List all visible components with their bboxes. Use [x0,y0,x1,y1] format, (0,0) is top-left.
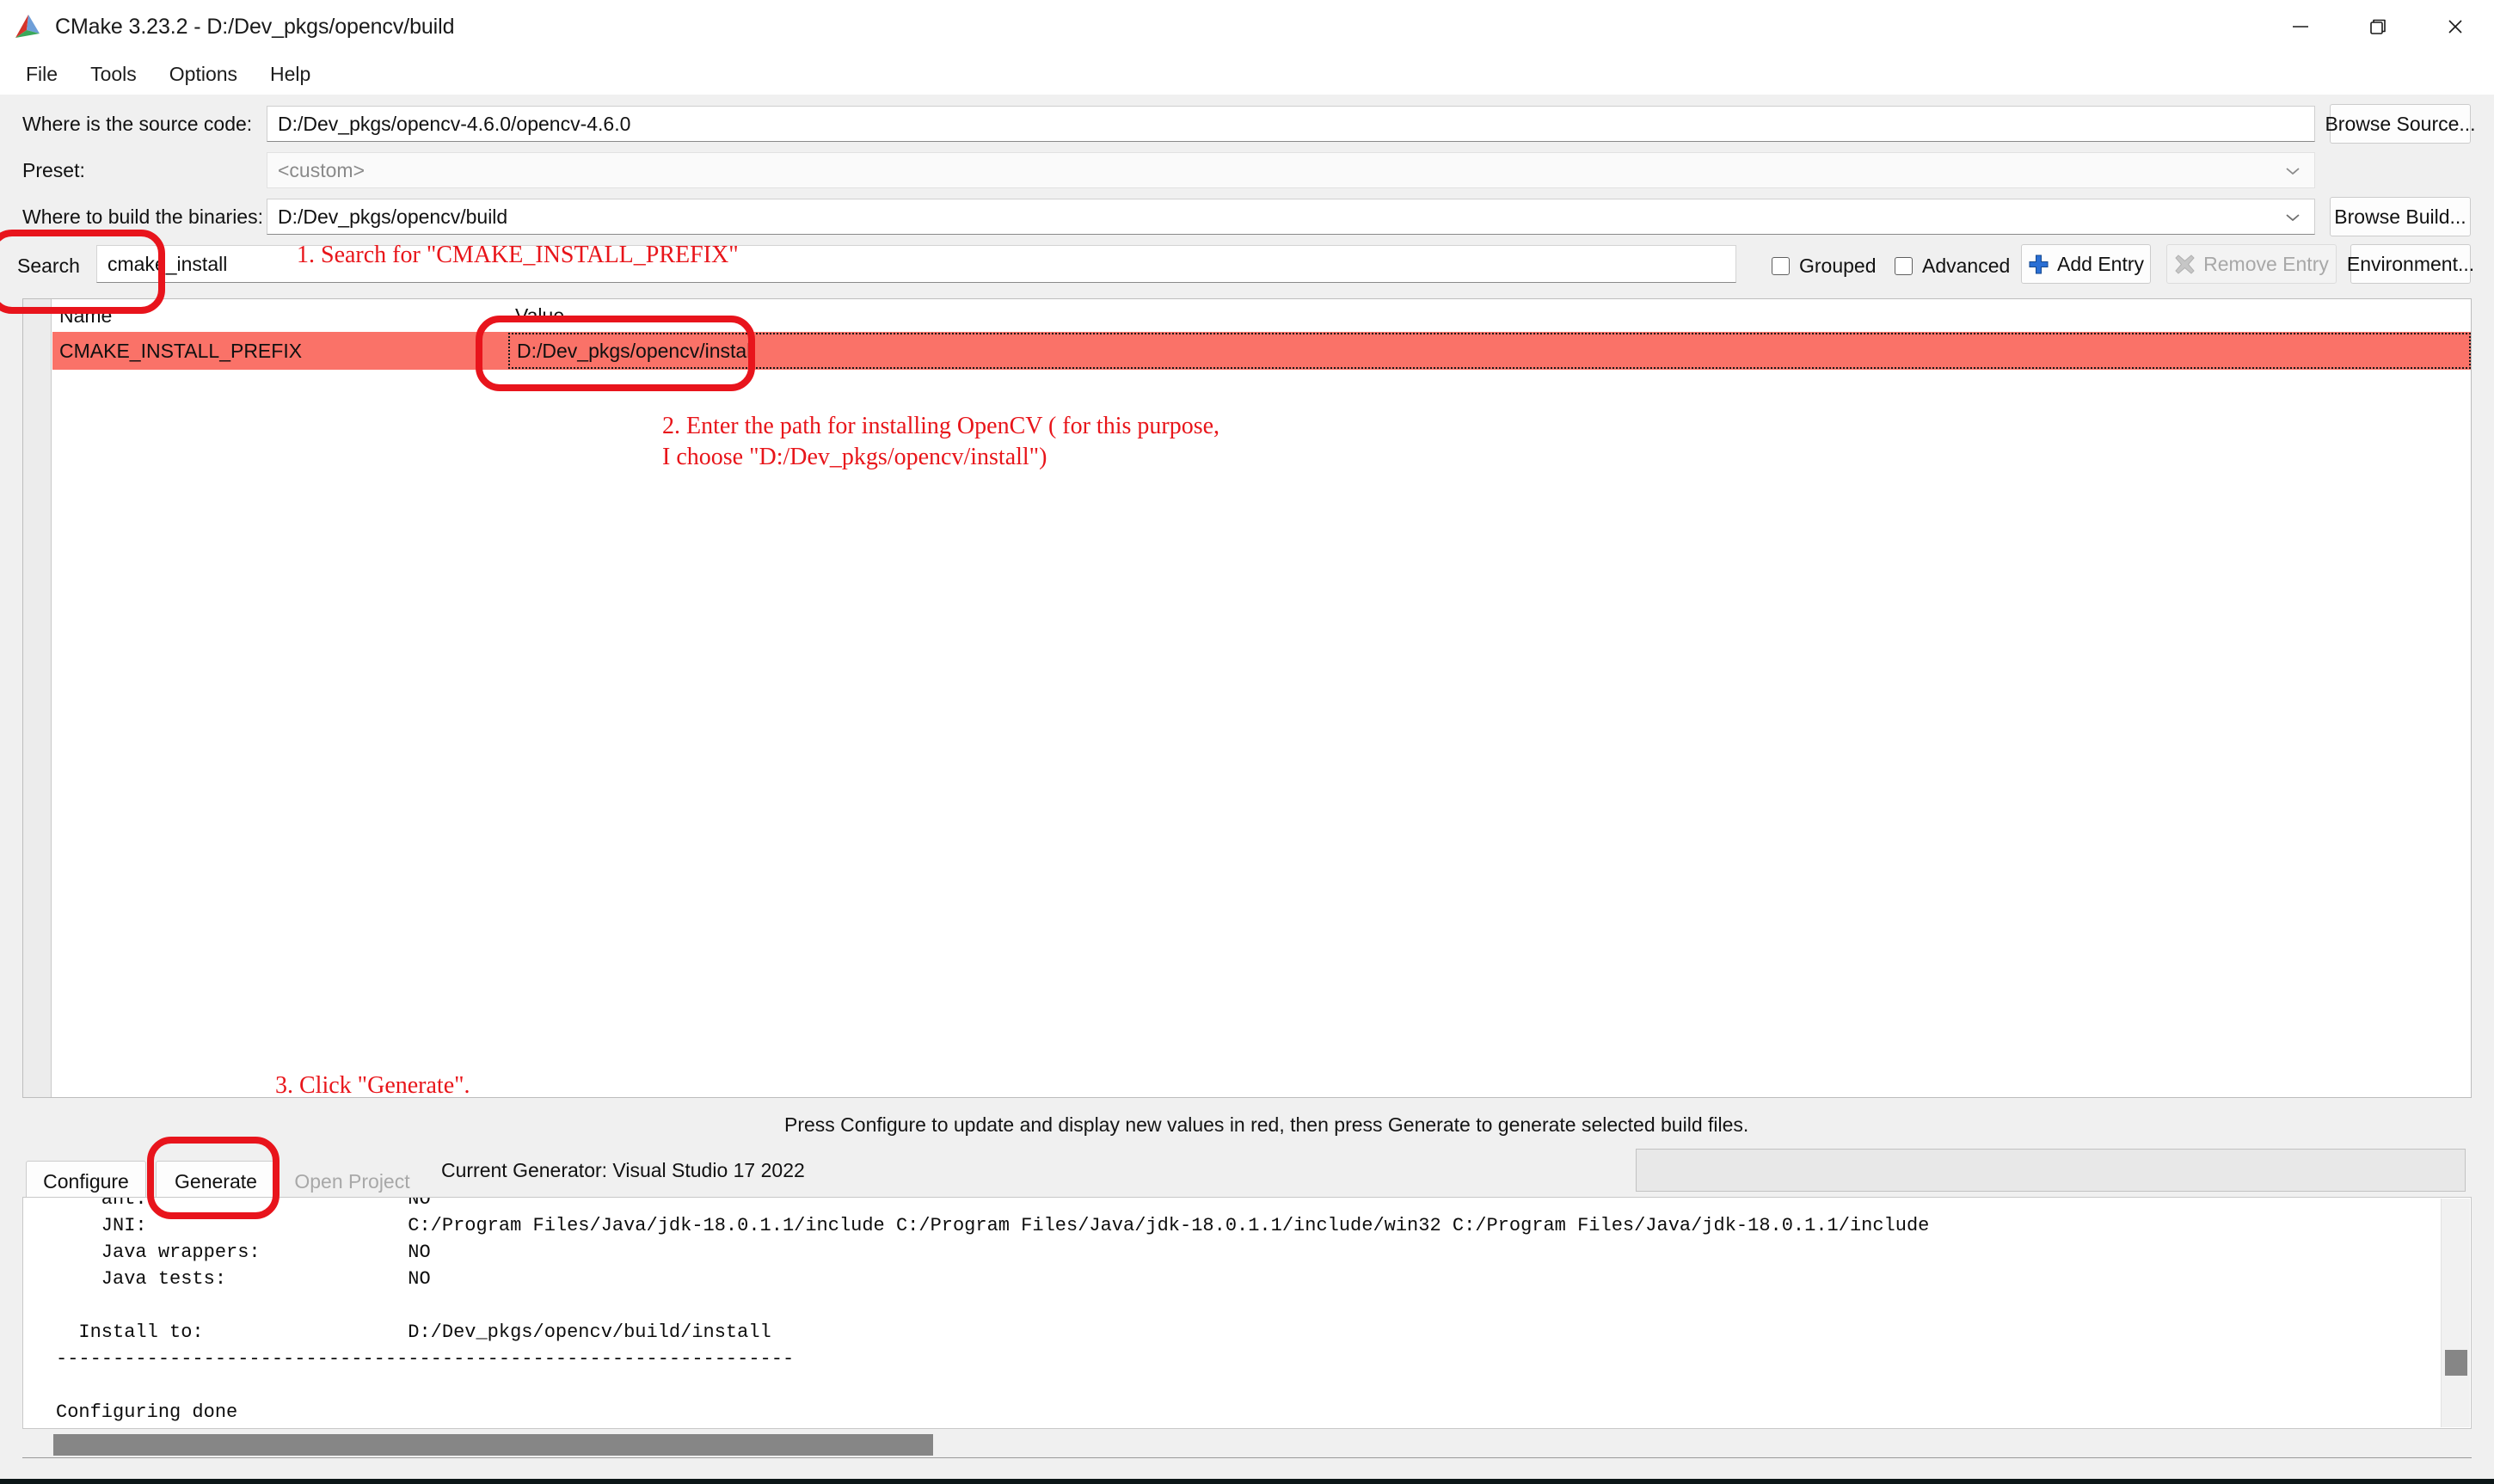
chevron-down-icon[interactable] [2283,205,2302,229]
preset-select[interactable]: <custom> [267,152,2315,188]
environment-button[interactable]: Environment... [2347,244,2474,284]
grouped-label: Grouped [1799,254,1877,277]
console-horizontal-scrollbar[interactable] [22,1431,2472,1458]
console-vertical-scrollbar[interactable] [2441,1199,2470,1427]
cmake-logo-icon [14,14,43,40]
build-dir-row: Where to build the binaries: D:/Dev_pkgs… [0,197,2494,236]
generate-button[interactable]: Generate [156,1161,276,1202]
configure-button[interactable]: Configure [26,1161,146,1202]
plus-icon [2028,254,2049,275]
source-code-input[interactable]: D:/Dev_pkgs/opencv-4.6.0/opencv-4.6.0 [267,106,2315,142]
browse-build-button[interactable]: Browse Build... [2330,197,2471,236]
console-text: ant: NO JNI: C:/Program Files/Java/jdk-1… [56,1197,1930,1423]
window-bottom-strip [0,1460,2494,1479]
table-row[interactable]: CMAKE_INSTALL_PREFIX D:/Dev_pkgs/opencv/… [52,332,2471,370]
chevron-down-icon [2283,159,2302,182]
open-project-button[interactable]: Open Project [285,1161,420,1202]
preset-row: Preset: <custom> [0,151,2494,189]
cache-variables-table[interactable]: Name Value CMAKE_INSTALL_PREFIX D:/Dev_p… [22,298,2472,1098]
close-button[interactable] [2417,0,2494,53]
preset-label: Preset: [22,158,85,181]
window-bottom-edge [0,1479,2494,1484]
cell-variable-value[interactable]: D:/Dev_pkgs/opencv/install [508,333,2471,369]
progress-bar [1636,1149,2466,1192]
output-console[interactable]: ant: NO JNI: C:/Program Files/Java/jdk-1… [22,1197,2472,1429]
build-dir-input[interactable]: D:/Dev_pkgs/opencv/build [267,199,2315,235]
menu-item-file[interactable]: File [12,59,71,89]
close-x-icon [2174,254,2196,275]
build-dir-label: Where to build the binaries: [22,205,263,228]
browse-source-button[interactable]: Browse Source... [2325,104,2476,144]
advanced-checkbox[interactable]: Advanced [1895,254,2010,278]
scrollbar-thumb[interactable] [53,1434,933,1456]
source-code-row: Where is the source code: D:/Dev_pkgs/op… [0,104,2494,144]
column-header-value[interactable]: Value [508,304,564,328]
add-entry-button[interactable]: Add Entry [2021,244,2151,284]
checkbox-box [1772,257,1790,275]
window-title: CMake 3.23.2 - D:/Dev_pkgs/opencv/build [55,14,455,39]
scrollbar-thumb[interactable] [2445,1350,2467,1376]
annotation-step-2: 2. Enter the path for installing OpenCV … [662,413,1220,470]
build-dir-value: D:/Dev_pkgs/opencv/build [278,205,508,228]
window-controls [2262,0,2494,53]
minimize-button[interactable] [2262,0,2339,53]
menu-item-options[interactable]: Options [156,59,251,89]
checkbox-box [1895,257,1913,275]
restore-button[interactable] [2339,0,2417,53]
preset-value: <custom> [278,158,365,181]
current-generator-label: Current Generator: Visual Studio 17 2022 [441,1159,805,1181]
window-title-bar: CMake 3.23.2 - D:/Dev_pkgs/opencv/build [0,0,2494,53]
table-header: Name Value [52,299,2471,332]
source-code-label: Where is the source code: [22,112,253,135]
annotation-step-3: 3. Click "Generate". [275,1072,470,1099]
column-header-name[interactable]: Name [52,304,508,328]
menu-item-help[interactable]: Help [256,59,324,89]
remove-entry-label: Remove Entry [2203,252,2329,275]
table-row-gutter [23,299,52,1097]
annotation-step-1: 1. Search for "CMAKE_INSTALL_PREFIX" [297,242,739,268]
grouped-checkbox[interactable]: Grouped [1772,254,1877,278]
cell-variable-name: CMAKE_INSTALL_PREFIX [59,339,303,362]
advanced-label: Advanced [1922,254,2011,277]
status-hint: Press Configure to update and display ne… [784,1113,1749,1136]
remove-entry-button[interactable]: Remove Entry [2166,244,2337,284]
menu-bar: File Tools Options Help [0,53,2494,95]
menu-item-tools[interactable]: Tools [77,59,150,89]
search-label: Search [17,254,80,277]
add-entry-label: Add Entry [2057,252,2144,275]
